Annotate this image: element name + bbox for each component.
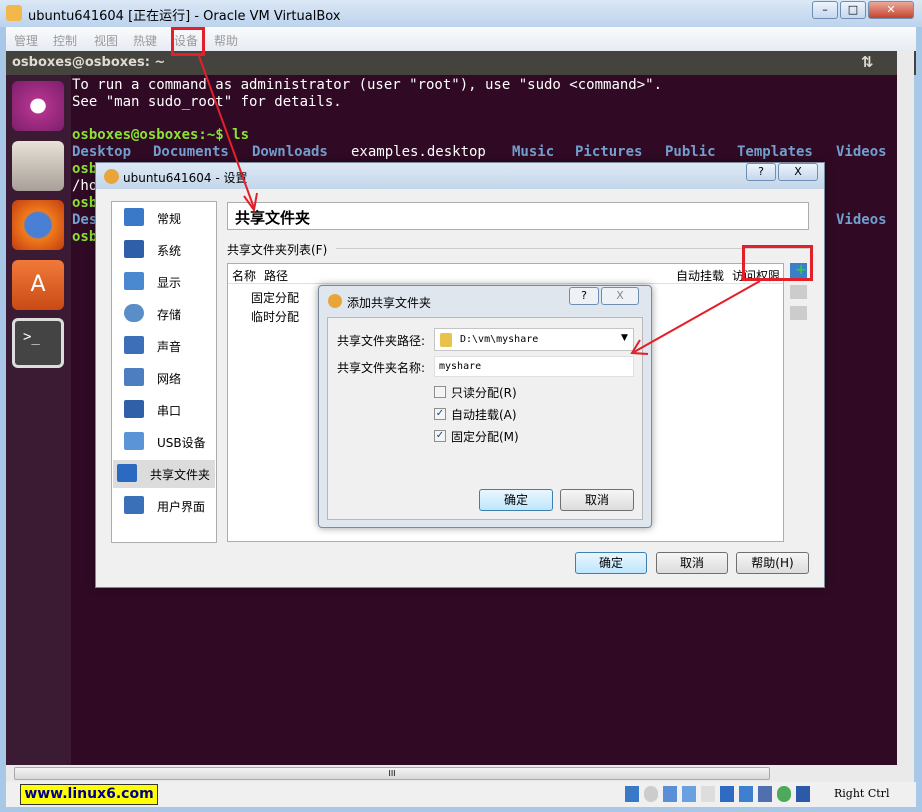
annotation-arrows xyxy=(198,55,761,355)
arrow-to-settings xyxy=(198,55,255,209)
arrow-to-add-dialog xyxy=(633,280,761,353)
